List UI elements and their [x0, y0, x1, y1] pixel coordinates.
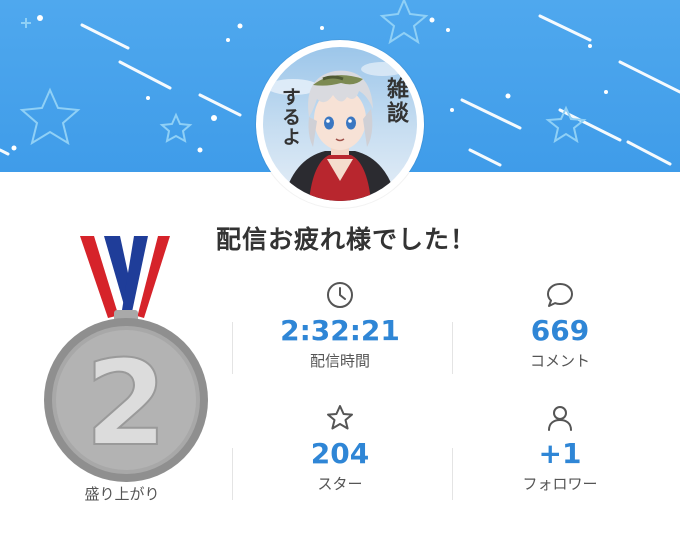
followers-value: +1	[538, 437, 582, 470]
clock-icon	[327, 282, 353, 308]
stat-stream-time: 2:32:21 配信時間	[240, 280, 440, 371]
stat-stars: 204 スター	[240, 403, 440, 494]
stat-comments: 669 コメント	[460, 280, 660, 371]
divider	[452, 448, 453, 500]
person-icon	[548, 406, 572, 431]
stat-followers: +1 フォロワー	[460, 403, 660, 494]
comments-value: 669	[530, 314, 590, 347]
stream-time-value: 2:32:21	[280, 314, 400, 347]
divider	[232, 322, 233, 374]
comments-label: コメント	[529, 352, 590, 370]
followers-label: フォロワー	[522, 475, 598, 493]
streamer-avatar[interactable]: 雑談 するよ	[256, 40, 424, 208]
avatar-caption-suru-yo: するよ	[279, 87, 301, 147]
stream-time-label: 配信時間	[309, 352, 370, 370]
avatar-caption-chat: 雑談	[383, 77, 408, 125]
stars-label: スター	[317, 475, 363, 493]
divider	[452, 322, 453, 374]
star-icon	[327, 405, 353, 430]
medal-rank: 2	[85, 334, 167, 472]
divider	[232, 448, 233, 500]
stars-value: 204	[310, 437, 370, 470]
comment-icon	[547, 283, 573, 307]
medal-label: 盛り上がり	[84, 485, 160, 503]
avatar-image: 雑談 するよ	[263, 47, 417, 201]
silver-medal-icon: 2	[38, 232, 218, 492]
